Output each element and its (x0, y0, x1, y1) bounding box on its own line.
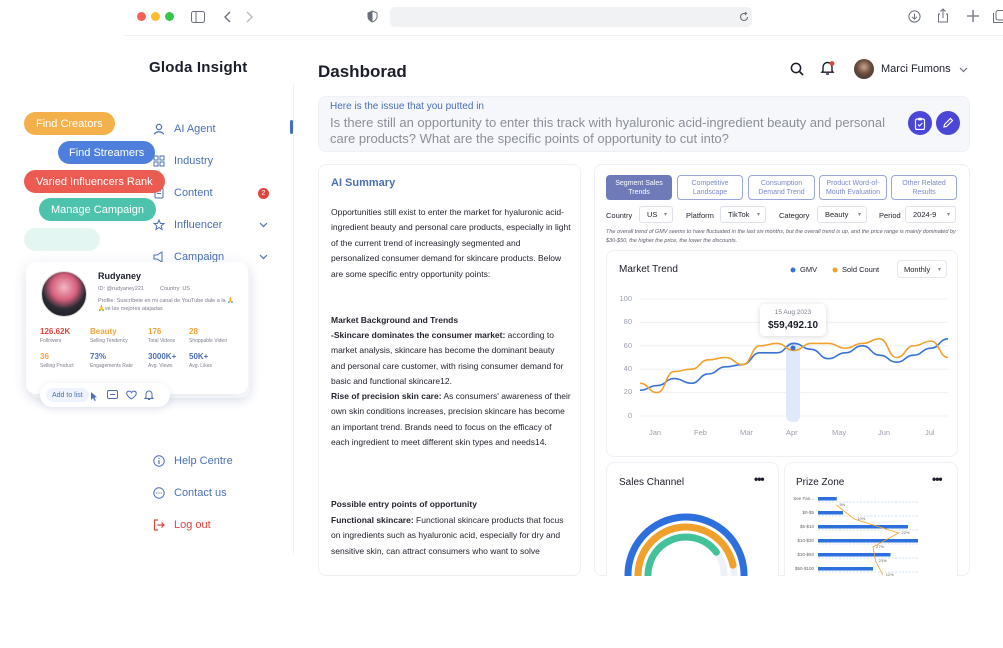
price-bar[interactable] (818, 511, 843, 515)
bar-percent: 22% (902, 530, 910, 535)
bar-label: $30-$50 (797, 552, 814, 557)
bar-percent: 23% (879, 558, 887, 563)
bar-label: $10-$30 (797, 538, 814, 543)
bar-label: $0-$5 (802, 510, 814, 515)
bar-label: $50-$100 (795, 566, 815, 571)
price-bar[interactable] (818, 525, 908, 529)
page-fade (300, 576, 1003, 648)
chart-title: Sales Channel (619, 477, 685, 488)
price-bar[interactable] (818, 567, 873, 571)
bar-label: See Fan... (793, 496, 814, 501)
chart-title: Prize Zone (796, 477, 845, 488)
tooltip-date: 15 Aug 2023 (774, 309, 812, 316)
hover-band (786, 342, 800, 422)
tooltip-value: $59,492.10 (767, 320, 819, 331)
hover-point[interactable] (790, 345, 796, 351)
price-bar[interactable] (818, 553, 891, 557)
more-icon[interactable]: ••• (932, 472, 943, 486)
more-icon[interactable]: ••• (754, 472, 765, 486)
prize-zone-chart[interactable]: See Fan...5%$0-$510%$5-$1022%$10-$3027%$… (784, 490, 958, 576)
sales-channel-chart[interactable] (606, 495, 779, 576)
bar-label: $5-$10 (800, 524, 815, 529)
price-bar[interactable] (818, 539, 918, 543)
bar-percent: 5% (839, 502, 845, 507)
chart-tooltip: 15 Aug 2023 $59,492.10 (760, 304, 826, 336)
price-bar[interactable] (818, 497, 837, 501)
ring-track (644, 533, 728, 576)
